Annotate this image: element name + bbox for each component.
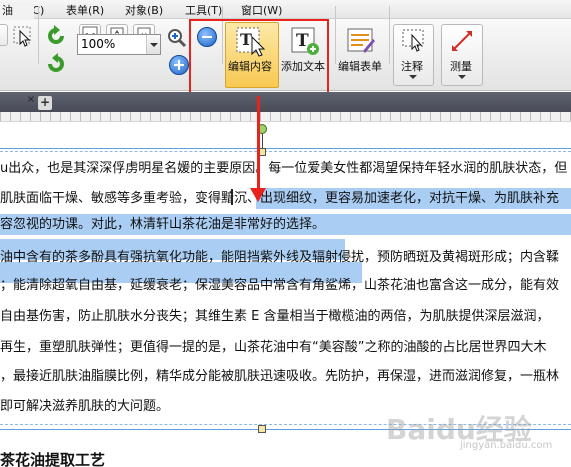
highlight-box xyxy=(189,19,329,97)
doc-line: 即可解决滋养肌肤的大问题。 xyxy=(0,399,170,414)
doc-line: 容忽视的功课。对此，林清轩山茶花油是非常好的选择。 xyxy=(0,217,326,232)
section-heading: 茶花油提取工艺 xyxy=(0,451,106,467)
doc-line: 油中含有的茶多酚具有强抗氧化功能，能阻挡紫外线及辐射侵扰，预防晒斑及黄褐斑形成；… xyxy=(0,250,560,265)
doc-line: 自由基伤害，防止肌肤水分丧失；其维生素 E 含量相当于橄榄油的两倍，为肌肤提供深… xyxy=(0,309,550,324)
rotate-ccw-icon[interactable] xyxy=(44,24,68,48)
menu-object[interactable]: 对象(B) xyxy=(125,2,163,18)
menu-bar: 注释(C) 表单(R) 对象(B) 工具(T) 窗口(W) xyxy=(0,0,571,19)
resize-handle-bottom[interactable] xyxy=(258,425,266,433)
doc-line: ；能清除超氧自由基，延缓衰老；保湿美容品中常含有角鲨烯，山茶花油也富含这一成分，… xyxy=(0,278,560,293)
hand-tool-button[interactable] xyxy=(0,24,8,46)
edit-form-label[interactable]: 编辑表单 xyxy=(338,58,382,74)
text-cursor xyxy=(231,189,233,205)
tab-document[interactable]: 油 xyxy=(0,2,34,20)
text-frame-top-dashed xyxy=(0,151,571,152)
annotation-arrow-line xyxy=(257,96,260,192)
doc-line: 再生，重塑肌肤弹性；更值得一提的是，山茶花油中有“美容酸”之称的油酸的占比居世界… xyxy=(0,340,547,355)
close-icon[interactable]: × xyxy=(26,95,36,105)
zoom-value: 100% xyxy=(81,37,116,51)
add-tab-button[interactable]: + xyxy=(38,96,52,110)
chevron-down-icon xyxy=(458,75,466,79)
measure-label: 测量 xyxy=(450,60,472,73)
zoom-in-icon[interactable] xyxy=(169,55,189,75)
zoom-select[interactable]: 100% xyxy=(77,34,161,55)
chevron-down-icon xyxy=(409,75,417,79)
tab-title: 油 xyxy=(2,4,13,17)
edit-form-icon[interactable] xyxy=(345,25,377,57)
doc-line: u出众，也是其深深俘虏明星名媛的主要原因。每一位爱美女性都渴望保持年轻水润的肌肤… xyxy=(0,161,568,176)
menu-window[interactable]: 窗口(W) xyxy=(241,2,282,18)
chevron-down-icon xyxy=(146,35,160,54)
menu-tools[interactable]: 工具(T) xyxy=(185,2,222,18)
annotate-icon xyxy=(400,27,428,55)
rotate-cw-icon[interactable] xyxy=(44,52,68,76)
menu-form[interactable]: 表单(R) xyxy=(66,2,104,18)
zoom-in-tool-icon[interactable] xyxy=(166,27,188,49)
text-frame-top xyxy=(0,148,571,149)
annotation-arrow-head xyxy=(250,188,266,202)
measure-icon xyxy=(448,27,476,55)
tab-strip xyxy=(0,92,571,112)
select-arrow-icon[interactable] xyxy=(12,25,34,47)
ruler xyxy=(0,112,571,122)
annotate-label: 注释 xyxy=(401,60,423,73)
doc-line: ，最接近肌肤油脂膜比例，精华成分能被肌肤迅速吸收。先防护，再保湿，进而滋润修复，… xyxy=(0,369,560,384)
watermark-sub: jingyan.baidu.com xyxy=(460,440,553,451)
doc-line: 肌肤面临干燥、敏感等多重考验，变得黯沉、出现细纹，更容易加速老化，对抗干燥、为肌… xyxy=(0,191,560,206)
rotate-handle-line xyxy=(262,133,263,148)
